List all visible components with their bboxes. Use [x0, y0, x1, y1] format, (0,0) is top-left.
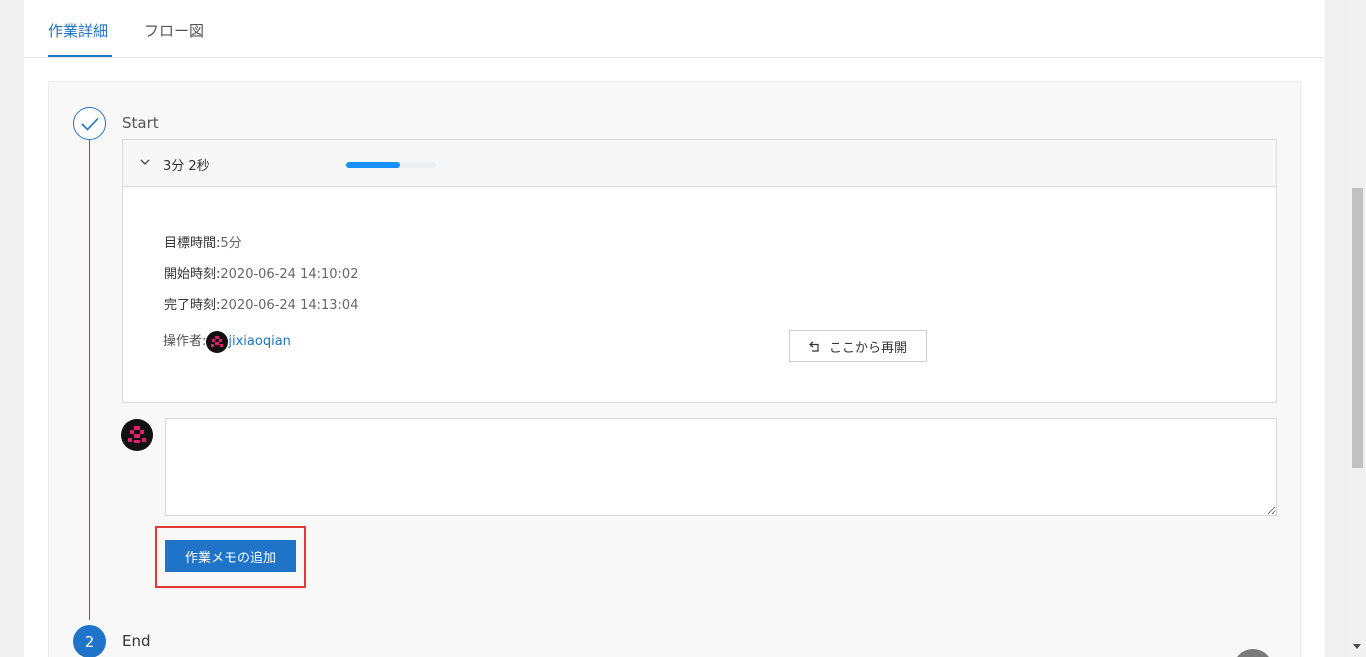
add-work-memo-button[interactable]: 作業メモの追加 — [165, 540, 296, 572]
resume-from-here-button[interactable]: ここから再開 — [789, 330, 927, 362]
tab-bar: 作業詳細 フロー図 — [24, 0, 1325, 58]
timeline-panel: Start 3分 2秒 目標時間:5分 開始時刻:2020-06-24 14:1… — [48, 81, 1301, 657]
step-end-label: End — [122, 632, 151, 650]
step-duration: 3分 2秒 — [163, 159, 210, 174]
scroll-down-icon[interactable] — [1353, 644, 1361, 649]
operator-name-link[interactable]: jixiaoqian — [228, 334, 291, 349]
end-time-row: 完了時刻:2020-06-24 14:13:04 — [164, 294, 358, 313]
step-start-label: Start — [122, 114, 159, 132]
progress-fill — [346, 162, 400, 168]
operator-row: 操作者: jixiaoqian — [163, 330, 291, 353]
tab-active-indicator — [48, 55, 112, 57]
check-icon — [80, 117, 99, 131]
end-time-label: 完了時刻: — [164, 298, 221, 313]
end-time-value: 2020-06-24 14:13:04 — [220, 298, 359, 313]
comment-textarea[interactable] — [165, 418, 1277, 516]
undo-icon — [809, 341, 819, 352]
scrollbar-thumb[interactable] — [1352, 188, 1363, 468]
tab-work-details[interactable]: 作業詳細 — [48, 20, 108, 41]
resume-button-label: ここから再開 — [828, 340, 907, 356]
operator-avatar — [206, 330, 229, 353]
tab-flow-diagram[interactable]: フロー図 — [144, 20, 204, 41]
operator-label: 操作者: — [163, 334, 207, 349]
step-start-check — [73, 107, 106, 140]
back-to-top-button[interactable] — [1233, 649, 1273, 657]
chevron-down-icon[interactable] — [140, 155, 150, 169]
start-time-value: 2020-06-24 14:10:02 — [220, 267, 359, 282]
avatar-icon — [128, 426, 146, 443]
target-time-label: 目標時間: — [164, 236, 221, 251]
avatar-icon — [211, 335, 224, 347]
target-time-row: 目標時間:5分 — [164, 232, 242, 251]
card-header[interactable]: 3分 2秒 — [123, 140, 1276, 187]
progress-bar — [346, 162, 436, 168]
user-avatar — [121, 419, 153, 451]
timeline-line — [89, 137, 90, 620]
start-time-row: 開始時刻:2020-06-24 14:10:02 — [164, 263, 358, 282]
page: 作業詳細 フロー図 Start 3分 2秒 目標時間:5分 開始時刻:2020-… — [24, 0, 1325, 657]
step-card: 3分 2秒 目標時間:5分 開始時刻:2020-06-24 14:10:02 完… — [122, 139, 1277, 403]
step-end-number: 2 — [73, 625, 106, 657]
scrollbar[interactable] — [1349, 0, 1366, 657]
start-time-label: 開始時刻: — [164, 267, 221, 282]
target-time-value: 5分 — [220, 236, 242, 251]
